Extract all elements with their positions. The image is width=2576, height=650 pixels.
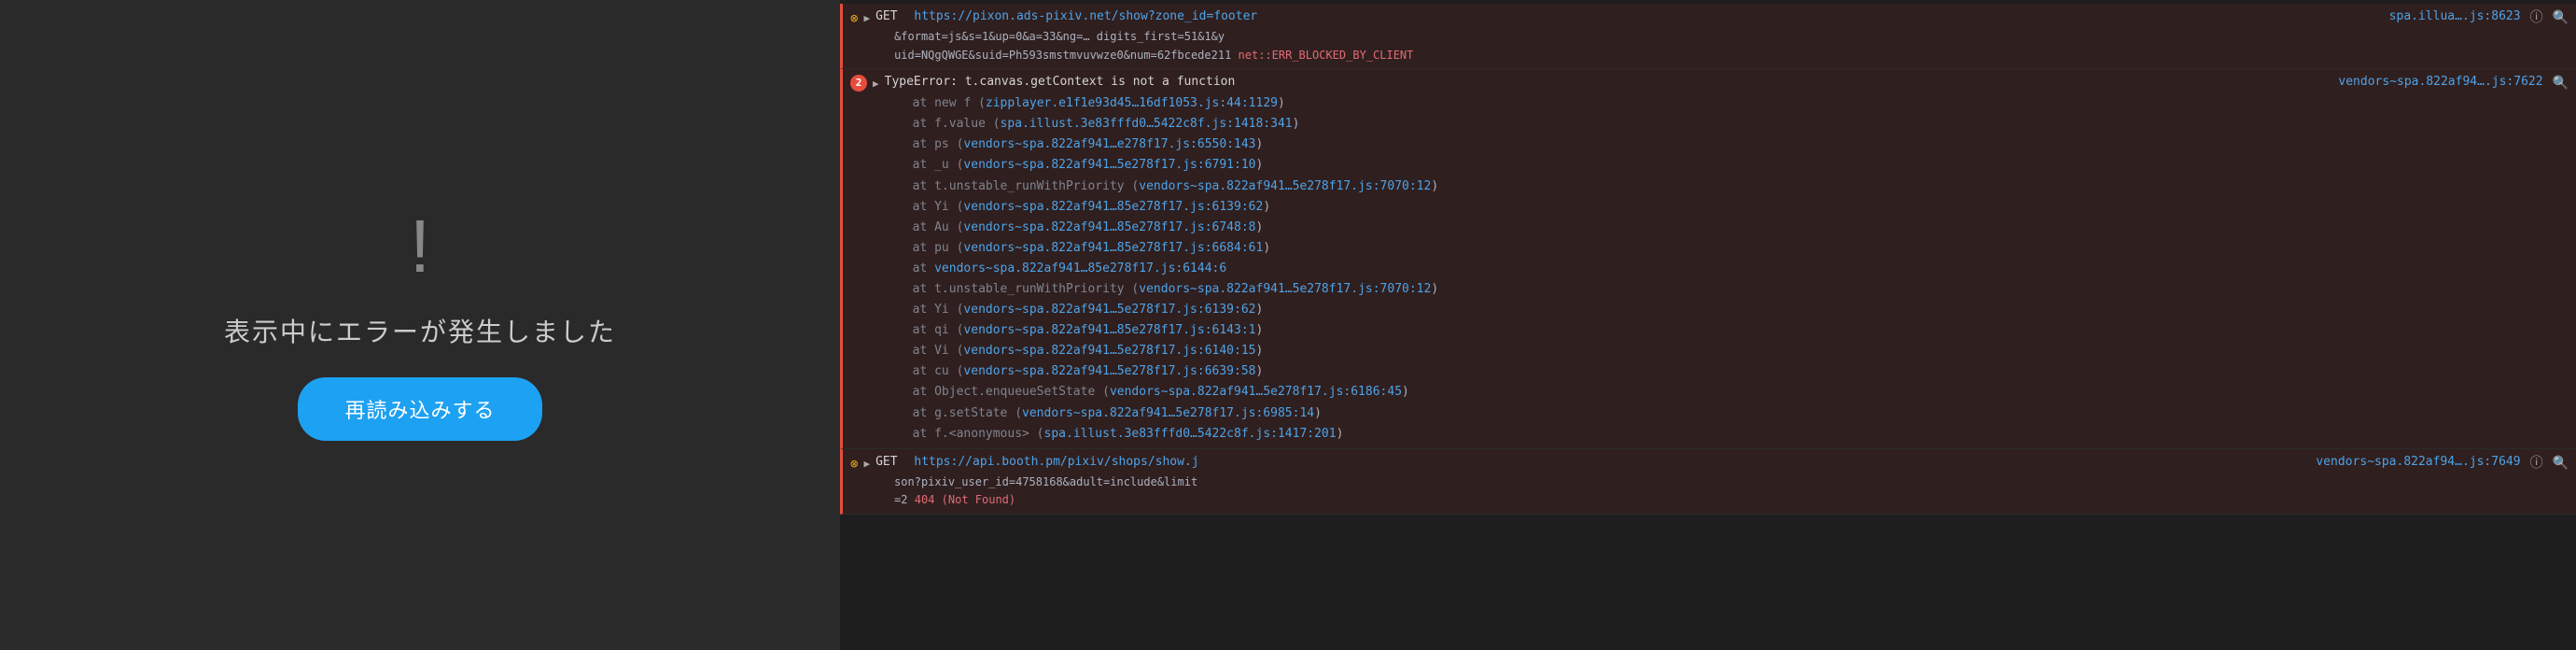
source-ref-link-2[interactable]: vendors~spa.822af94….js:7622 (2338, 73, 2542, 92)
file-ref-7[interactable]: vendors~spa.822af941…85e278f17.js:6684:6… (963, 241, 1263, 255)
search-icon-3[interactable]: 🔍 (2553, 453, 2569, 473)
stack-frame-1: at f.value (spa.illust.3e83fffd0…5422c8f… (913, 114, 2569, 134)
file-ref-9[interactable]: vendors~spa.822af941…5e278f17.js:7070:12 (1139, 282, 1431, 296)
file-ref-3[interactable]: vendors~spa.822af941…5e278f17.js:6791:10 (963, 158, 1255, 172)
file-ref-0[interactable]: zipplayer.e1f1e93d45…16df1053.js:44:1129 (986, 96, 1278, 110)
file-ref-1[interactable]: spa.illust.3e83fffd0…5422c8f.js:1418:341 (1001, 117, 1293, 131)
source-ref-link-3[interactable]: vendors~spa.822af94….js:7649 (2316, 453, 2520, 473)
error-exclamation-icon: ! (410, 209, 430, 284)
expand-toggle-icon-3[interactable]: ▶ (863, 456, 870, 473)
error-message: 表示中にエラーが発生しました (224, 312, 616, 349)
network-error-url[interactable]: https://pixon.ads-pixiv.net/show?zone_id… (914, 7, 1257, 27)
error-circle-icon-3: ⊗ (850, 454, 858, 474)
file-ref-8[interactable]: vendors~spa.822af941…85e278f17.js:6144:6 (934, 261, 1226, 276)
network-error-content: GET https://pixon.ads-pixiv.net/show?zon… (875, 7, 2569, 64)
stack-frame-3: at _u (vendors~spa.822af941…5e278f17.js:… (913, 155, 2569, 176)
file-ref-13[interactable]: vendors~spa.822af941…5e278f17.js:6639:58 (963, 364, 1255, 378)
console-entry-network-error-1: ⊗ ▶ GET https://pixon.ads-pixiv.net/show… (840, 4, 2576, 69)
error-badge-2: 2 (850, 75, 867, 92)
stack-frame-8: at vendors~spa.822af941…85e278f17.js:614… (913, 259, 2569, 279)
typeerror-content: TypeError: t.canvas.getContext is not a … (885, 73, 2569, 445)
search-icon-2[interactable]: 🔍 (2553, 73, 2569, 93)
file-ref-14[interactable]: vendors~spa.822af941…5e278f17.js:6186:45 (1110, 385, 1402, 399)
file-ref-12[interactable]: vendors~spa.822af941…5e278f17.js:6140:15 (963, 344, 1255, 358)
stack-frame-14: at Object.enqueueSetState (vendors~spa.8… (913, 382, 2569, 403)
file-ref-4[interactable]: vendors~spa.822af941…5e278f17.js:7070:12 (1139, 179, 1431, 193)
file-ref-6[interactable]: vendors~spa.822af941…85e278f17.js:6748:8 (963, 220, 1255, 234)
info-icon[interactable]: ⓘ (2530, 7, 2543, 28)
search-icon[interactable]: 🔍 (2553, 7, 2569, 28)
file-ref-5[interactable]: vendors~spa.822af941…85e278f17.js:6139:6… (963, 200, 1263, 214)
net-error-label: net::ERR_BLOCKED_BY_CLIENT (1239, 49, 1414, 62)
error-display-panel: ! 表示中にエラーが発生しました 再読み込みする (0, 0, 840, 650)
file-ref-10[interactable]: vendors~spa.822af941…5e278f17.js:6139:62 (963, 303, 1255, 317)
file-ref-2[interactable]: vendors~spa.822af941…e278f17.js:6550:143 (963, 137, 1255, 151)
reload-button[interactable]: 再読み込みする (298, 377, 541, 441)
stack-frame-2: at ps (vendors~spa.822af941…e278f17.js:6… (913, 134, 2569, 155)
stack-frame-13: at cu (vendors~spa.822af941…5e278f17.js:… (913, 361, 2569, 382)
stack-frame-0: at new f (zipplayer.e1f1e93d45…16df1053.… (913, 93, 2569, 114)
stack-frame-6: at Au (vendors~spa.822af941…85e278f17.js… (913, 218, 2569, 238)
file-ref-15[interactable]: vendors~spa.822af941…5e278f17.js:6985:14 (1022, 406, 1314, 420)
source-ref-link-1[interactable]: spa.illua….js:8623 (2389, 7, 2521, 27)
stack-frame-9: at t.unstable_runWithPriority (vendors~s… (913, 279, 2569, 300)
stack-frame-10: at Yi (vendors~spa.822af941…5e278f17.js:… (913, 300, 2569, 320)
developer-console-panel: ⊗ ▶ GET https://pixon.ads-pixiv.net/show… (840, 0, 2576, 650)
expand-toggle-icon[interactable]: ▶ (863, 10, 870, 27)
stack-frame-11: at qi (vendors~spa.822af941…85e278f17.js… (913, 320, 2569, 341)
network-error-3-content: GET https://api.booth.pm/pixiv/shops/sho… (875, 453, 2569, 510)
network-error-url-3[interactable]: https://api.booth.pm/pixiv/shops/show.j (914, 453, 1198, 473)
file-ref-16[interactable]: spa.illust.3e83fffd0…5422c8f.js:1417:201 (1044, 427, 1337, 441)
error-circle-icon: ⊗ (850, 8, 858, 29)
file-ref-11[interactable]: vendors~spa.822af941…85e278f17.js:6143:1 (963, 323, 1255, 337)
console-entry-typeerror-2: 2 ▶ TypeError: t.canvas.getContext is no… (840, 69, 2576, 449)
stack-trace: at new f (zipplayer.e1f1e93d45…16df1053.… (885, 93, 2569, 445)
info-icon-3[interactable]: ⓘ (2530, 453, 2543, 473)
http-method-label: GET (875, 7, 904, 27)
stack-frame-4: at t.unstable_runWithPriority (vendors~s… (913, 177, 2569, 197)
stack-frame-12: at Vi (vendors~spa.822af941…5e278f17.js:… (913, 341, 2569, 361)
stack-frame-16: at f.<anonymous> (spa.illust.3e83fffd0…5… (913, 424, 2569, 445)
url-extra-3: son?pixiv_user_id=4758168&adult=include&… (875, 473, 2569, 509)
http-error-label-3: 404 (Not Found) (915, 493, 1015, 506)
console-entry-network-error-3: ⊗ ▶ GET https://api.booth.pm/pixiv/shops… (840, 449, 2576, 515)
url-extra: &format=js&s=1&up=0&a=33&ng=… digits_fir… (875, 28, 2569, 64)
expand-toggle-icon-2[interactable]: ▶ (873, 76, 879, 92)
typeerror-message: TypeError: t.canvas.getContext is not a … (885, 73, 1236, 92)
stack-frame-15: at g.setState (vendors~spa.822af941…5e27… (913, 403, 2569, 424)
stack-frame-5: at Yi (vendors~spa.822af941…85e278f17.js… (913, 197, 2569, 218)
http-method-label-3: GET (875, 453, 904, 473)
stack-frame-7: at pu (vendors~spa.822af941…85e278f17.js… (913, 238, 2569, 259)
